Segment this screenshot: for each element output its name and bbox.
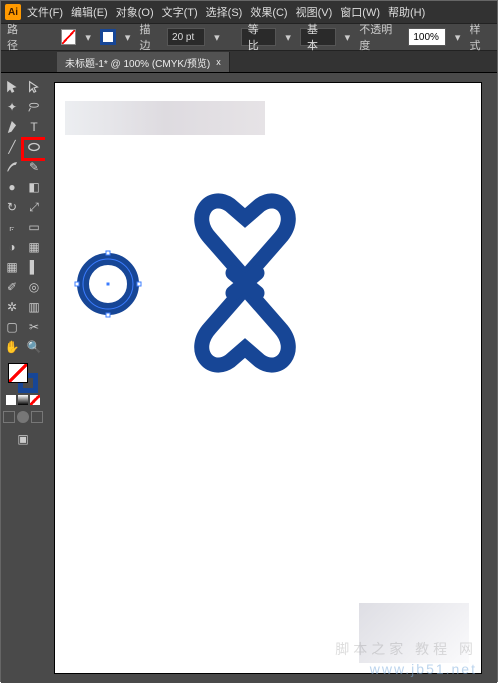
placeholder-rect[interactable] bbox=[65, 101, 265, 135]
pen-tool-icon[interactable] bbox=[1, 117, 23, 137]
perspective-tool-icon[interactable]: ▦ bbox=[23, 237, 45, 257]
lasso-tool-icon[interactable] bbox=[23, 97, 45, 117]
opacity-input[interactable]: 100% bbox=[408, 28, 445, 46]
color-mode-none-icon[interactable] bbox=[30, 395, 40, 405]
width-tool-icon[interactable]: ⟔ bbox=[1, 217, 23, 237]
tool-panel: ✦ T ╱ ✎ ● ◧ bbox=[1, 73, 45, 683]
selection-type-label: 路径 bbox=[7, 21, 29, 53]
blend-tool-icon[interactable]: ◎ bbox=[23, 277, 45, 297]
document-tab-bar: 未标题-1* @ 100% (CMYK/预览) x bbox=[1, 51, 497, 73]
hand-tool-icon[interactable]: ✋ bbox=[1, 337, 23, 357]
gradient-tool-icon[interactable]: ▌ bbox=[23, 257, 45, 277]
app-logo-icon: Ai bbox=[5, 4, 21, 20]
stroke-label[interactable]: 描边 bbox=[139, 21, 161, 53]
fill-dropdown-icon[interactable]: ▾ bbox=[82, 31, 94, 43]
selection-tool-icon[interactable] bbox=[1, 77, 23, 97]
type-tool-icon[interactable]: T bbox=[23, 117, 45, 137]
fill-color-icon[interactable] bbox=[8, 363, 28, 383]
direct-selection-tool-icon[interactable] bbox=[23, 77, 45, 97]
anchor-icon[interactable] bbox=[106, 313, 111, 318]
width-profile-dropdown-icon[interactable]: ▾ bbox=[282, 31, 294, 43]
rotate-tool-icon[interactable]: ↻ bbox=[1, 197, 23, 217]
watermark-url: www.jb51.net bbox=[370, 661, 477, 677]
style-label[interactable]: 样式 bbox=[469, 21, 491, 53]
anchor-icon[interactable] bbox=[137, 282, 142, 287]
scale-tool-icon[interactable]: ⤢ bbox=[23, 197, 45, 217]
center-point-icon bbox=[107, 283, 110, 286]
width-profile-select[interactable]: 等比 bbox=[241, 28, 277, 46]
opacity-label[interactable]: 不透明度 bbox=[359, 21, 402, 53]
ellipse-tool-icon[interactable] bbox=[23, 137, 45, 157]
menu-help[interactable]: 帮助(H) bbox=[388, 4, 425, 20]
anchor-icon[interactable] bbox=[106, 251, 111, 256]
draw-inside-icon[interactable] bbox=[31, 411, 43, 423]
menu-object[interactable]: 对象(O) bbox=[116, 4, 154, 20]
stroke-weight-dropdown-icon[interactable]: ▾ bbox=[211, 31, 223, 43]
free-transform-tool-icon[interactable]: ▭ bbox=[23, 217, 45, 237]
pencil-tool-icon[interactable]: ✎ bbox=[23, 157, 45, 177]
draw-normal-icon[interactable] bbox=[3, 411, 15, 423]
brush-dropdown-icon[interactable]: ▾ bbox=[342, 31, 354, 43]
stroke-swatch-icon[interactable] bbox=[100, 29, 116, 45]
artboard[interactable] bbox=[55, 83, 481, 673]
artboard-tool-icon[interactable]: ▢ bbox=[1, 317, 23, 337]
slice-tool-icon[interactable]: ✂ bbox=[23, 317, 45, 337]
color-mode-solid-icon[interactable] bbox=[6, 395, 16, 405]
fill-stroke-control[interactable] bbox=[8, 363, 38, 393]
menu-type[interactable]: 文字(T) bbox=[162, 4, 198, 20]
menu-select[interactable]: 选择(S) bbox=[206, 4, 243, 20]
symbol-sprayer-tool-icon[interactable]: ✲ bbox=[1, 297, 23, 317]
brush-definition-select[interactable]: 基本 bbox=[300, 28, 336, 46]
menu-view[interactable]: 视图(V) bbox=[296, 4, 333, 20]
draw-behind-icon[interactable] bbox=[17, 411, 29, 423]
canvas-area[interactable]: 脚本之家 教程 网 www.jb51.net bbox=[45, 73, 497, 683]
eyedropper-tool-icon[interactable]: ✐ bbox=[1, 277, 23, 297]
menu-effect[interactable]: 效果(C) bbox=[250, 4, 287, 20]
mesh-tool-icon[interactable]: ▦ bbox=[1, 257, 23, 277]
stroke-dropdown-icon[interactable]: ▾ bbox=[122, 31, 134, 43]
watermark-label: 脚本之家 教程 网 bbox=[335, 639, 477, 659]
menu-window[interactable]: 窗口(W) bbox=[340, 4, 380, 20]
blob-brush-tool-icon[interactable]: ● bbox=[1, 177, 23, 197]
document-tab-title: 未标题-1* @ 100% (CMYK/预览) bbox=[65, 55, 210, 70]
menu-file[interactable]: 文件(F) bbox=[27, 4, 63, 20]
fill-swatch-icon[interactable] bbox=[61, 29, 77, 45]
anchor-icon[interactable] bbox=[75, 282, 80, 287]
close-tab-icon[interactable]: x bbox=[216, 57, 221, 67]
magic-wand-tool-icon[interactable]: ✦ bbox=[1, 97, 23, 117]
options-bar: 路径 ▾ ▾ 描边 ▾ 等比 ▾ 基本 ▾ 不透明度 100% ▾ 样式 bbox=[1, 23, 497, 51]
brush-tool-icon[interactable] bbox=[1, 157, 23, 177]
eraser-tool-icon[interactable]: ◧ bbox=[23, 177, 45, 197]
screen-mode-icon[interactable]: ▣ bbox=[12, 429, 34, 449]
graph-tool-icon[interactable]: ▥ bbox=[23, 297, 45, 317]
menu-edit[interactable]: 编辑(E) bbox=[71, 4, 108, 20]
opacity-dropdown-icon[interactable]: ▾ bbox=[452, 31, 464, 43]
shape-builder-tool-icon[interactable]: ◑ bbox=[1, 237, 23, 257]
knot-object[interactable] bbox=[175, 183, 315, 383]
menu-bar: Ai 文件(F) 编辑(E) 对象(O) 文字(T) 选择(S) 效果(C) 视… bbox=[1, 1, 497, 23]
circle-object[interactable] bbox=[77, 253, 139, 315]
zoom-tool-icon[interactable]: 🔍 bbox=[23, 337, 45, 357]
line-tool-icon[interactable]: ╱ bbox=[1, 137, 23, 157]
color-mode-gradient-icon[interactable] bbox=[18, 395, 28, 405]
stroke-weight-input[interactable] bbox=[167, 28, 205, 46]
document-tab[interactable]: 未标题-1* @ 100% (CMYK/预览) x bbox=[57, 52, 230, 72]
